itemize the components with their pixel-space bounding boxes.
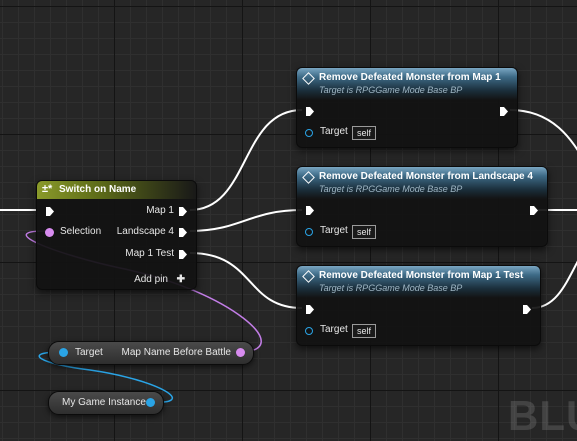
function-title: Remove Defeated Monster from Map 1 Test (319, 270, 524, 281)
selection-pin[interactable] (45, 228, 54, 237)
add-pin-label: Add pin (134, 274, 168, 285)
function-title: Remove Defeated Monster from Landscape 4 (319, 171, 533, 182)
selection-label: Selection (60, 226, 102, 237)
function-node-map1[interactable]: Remove Defeated Monster from Map 1 Targe… (296, 67, 518, 148)
switch-icon: ±* (42, 183, 53, 195)
name-output-pin[interactable] (236, 348, 245, 357)
output-label-landscape4: Landscape 4 (116, 226, 174, 237)
target-label: Target (320, 324, 348, 335)
target-pin[interactable] (305, 327, 313, 335)
add-pin-button[interactable]: Add pin (134, 274, 168, 285)
getter-target-label: Target (75, 347, 103, 358)
exec-wire-landscape4 (189, 209, 303, 232)
exec-wire-map1 (189, 109, 303, 211)
target-value[interactable]: self (352, 324, 377, 338)
target-label: Target (320, 126, 348, 137)
exec-input-pin[interactable] (305, 205, 315, 216)
exec-wire-map1test (189, 252, 303, 309)
target-value[interactable]: self (352, 126, 377, 140)
switch-on-name-node[interactable]: ±* Switch on Name Selection Map 1 Landsc… (36, 180, 197, 290)
output-label-map1: Map 1 (146, 205, 174, 216)
target-pin[interactable] (305, 129, 313, 137)
blueprint-watermark: BLU (508, 392, 577, 439)
function-subtitle: Target is RPGGame Mode Base BP (319, 85, 463, 95)
getter-output-label: Map Name Before Battle (121, 347, 232, 358)
exec-input-pin[interactable] (305, 106, 315, 117)
exec-output-pin[interactable] (499, 106, 509, 117)
exec-input-pin[interactable] (305, 304, 315, 315)
function-subtitle: Target is RPGGame Mode Base BP (319, 184, 463, 194)
function-title: Remove Defeated Monster from Map 1 (319, 72, 501, 83)
exec-output-pin[interactable] (522, 304, 532, 315)
exec-output-map1test[interactable] (178, 249, 188, 260)
function-subtitle: Target is RPGGame Mode Base BP (319, 283, 463, 293)
target-pin[interactable] (305, 228, 313, 236)
object-output-pin[interactable] (146, 398, 155, 407)
switch-node-title: Switch on Name (59, 184, 137, 195)
exec-wire-out-1 (509, 109, 577, 151)
exec-output-map1[interactable] (178, 206, 188, 217)
function-node-map1test[interactable]: Remove Defeated Monster from Map 1 Test … (296, 265, 541, 346)
add-pin-icon[interactable]: ✚ (177, 274, 185, 285)
target-pin[interactable] (59, 348, 68, 357)
exec-output-landscape4[interactable] (178, 227, 188, 238)
exec-input-pin[interactable] (45, 206, 55, 217)
variable-label: My Game Instance (62, 397, 146, 408)
output-label-map1test: Map 1 Test (125, 248, 174, 259)
target-value[interactable]: self (352, 225, 377, 239)
exec-output-pin[interactable] (529, 205, 539, 216)
function-node-landscape4[interactable]: Remove Defeated Monster from Landscape 4… (296, 166, 548, 247)
target-label: Target (320, 225, 348, 236)
my-game-instance-variable[interactable]: My Game Instance (48, 391, 164, 415)
map-name-before-battle-getter[interactable]: Target Map Name Before Battle (48, 341, 254, 365)
